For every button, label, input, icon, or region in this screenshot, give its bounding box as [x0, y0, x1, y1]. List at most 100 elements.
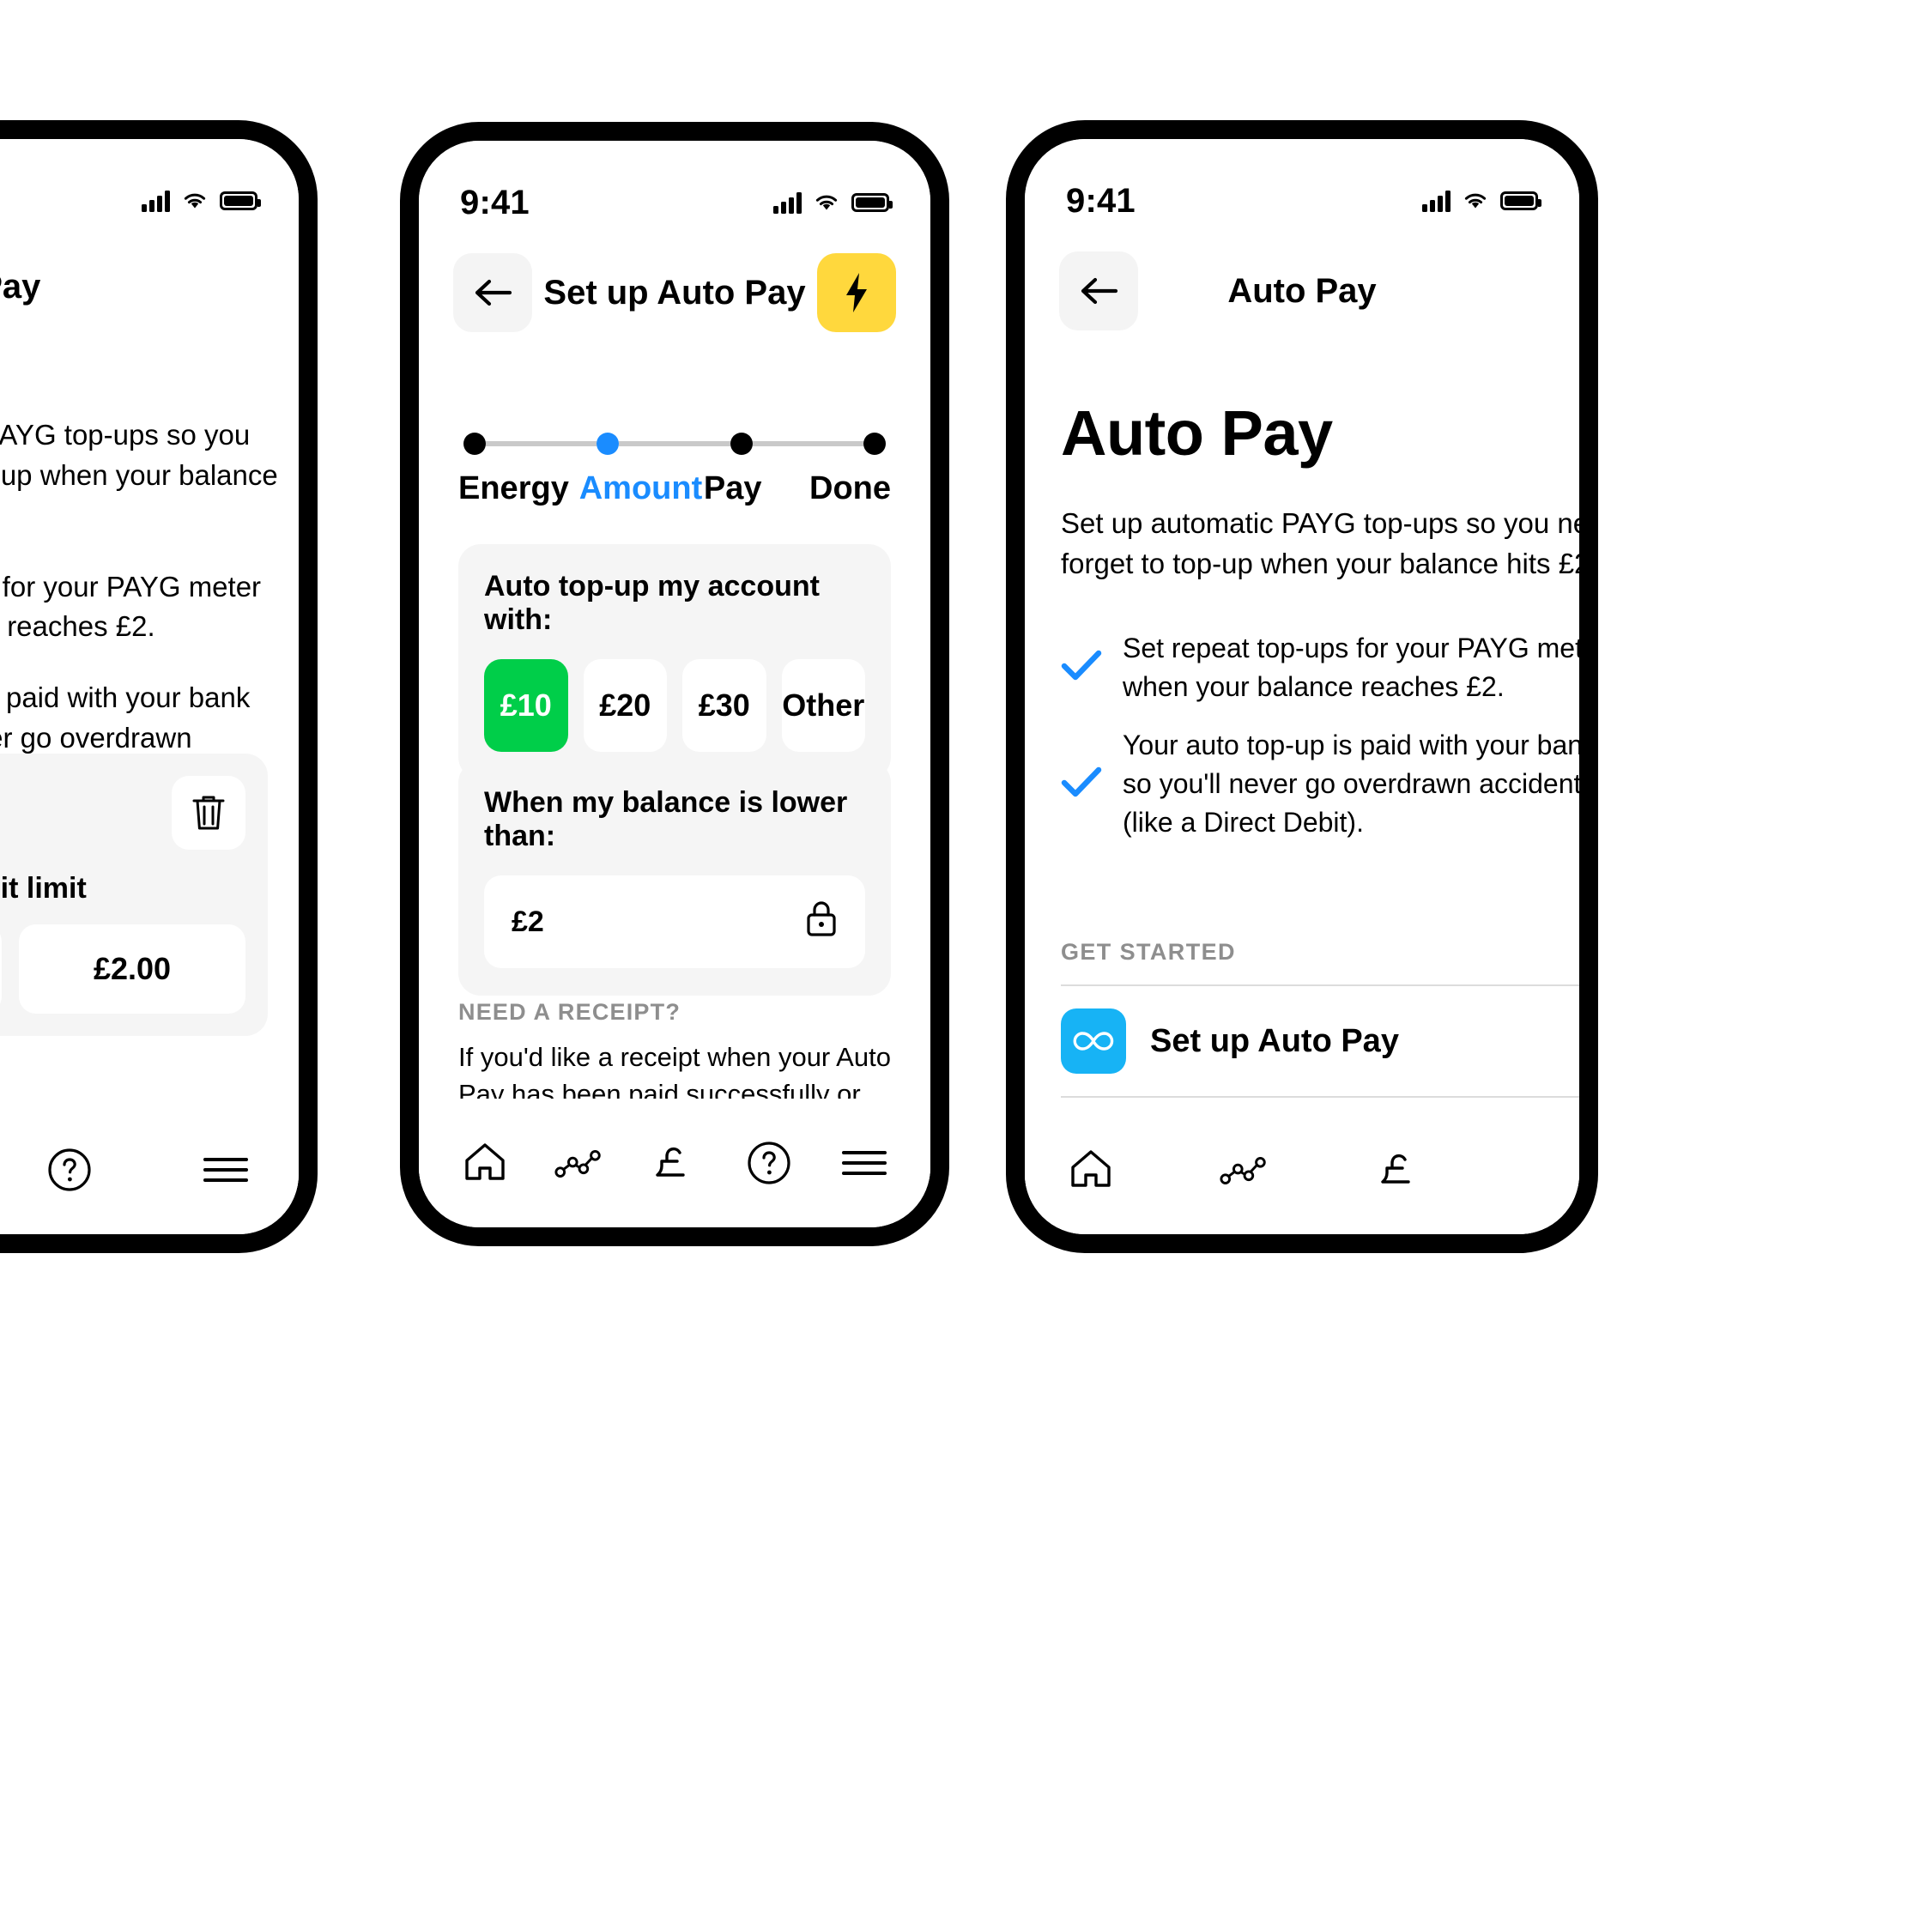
topup-amount-card: Auto top-up my account with: £10 £20 £30… — [458, 544, 891, 779]
step-dot-energy[interactable] — [463, 433, 486, 455]
phone-right-screen: 9:41 Auto Pay Auto Pay Set up automatic … — [1025, 139, 1579, 1234]
stepper-labels: Energy Amount Pay Done — [458, 470, 891, 507]
setup-progress-stepper: Energy Amount Pay Done — [458, 429, 891, 507]
lock-icon — [805, 899, 838, 946]
status-time-right: 9:41 — [1066, 181, 1136, 220]
step-label-amount: Amount — [578, 470, 703, 506]
amount-option-other[interactable]: Other — [781, 659, 865, 752]
credit-limit-values: £2.00 — [0, 924, 245, 1014]
question-circle-icon — [48, 1148, 91, 1191]
wifi-icon — [814, 192, 839, 213]
phone-center: 9:41 Set up Auto Pay Energy Amount Pay D… — [400, 122, 949, 1246]
wifi-icon — [1463, 191, 1488, 211]
tab-bar-left — [0, 1105, 299, 1234]
battery-icon — [851, 193, 893, 212]
quick-action-button[interactable] — [817, 253, 896, 332]
benefit-item-2: Your auto top-up is paid with your bank … — [1061, 726, 1579, 841]
step-label-pay: Pay — [703, 470, 762, 506]
step-dot-amount[interactable] — [597, 433, 620, 455]
phone-left: Auto Pay Set up automatic PAYG top-ups s… — [0, 120, 318, 1253]
receipt-eyebrow: NEED A RECEIPT? — [458, 999, 681, 1025]
wifi-icon — [182, 191, 208, 211]
phone-center-screen: 9:41 Set up Auto Pay Energy Amount Pay D… — [419, 141, 930, 1227]
list-item-label: Set up Auto Pay — [1150, 1022, 1399, 1059]
line-chart-icon — [554, 1149, 601, 1178]
tab-menu-center[interactable] — [838, 1136, 891, 1190]
arrow-left-icon — [475, 279, 512, 306]
status-icons-center — [773, 191, 893, 214]
balance-threshold-field[interactable]: £2 — [484, 875, 865, 968]
page-title-center: Set up Auto Pay — [543, 273, 806, 312]
infinity-icon — [1061, 1008, 1126, 1074]
step-dot-done[interactable] — [863, 433, 886, 455]
left-paragraph-1: Set up automatic PAYG top-ups so you nev… — [0, 419, 278, 491]
balance-threshold-card: When my balance is lower than: £2 — [458, 760, 891, 996]
hamburger-menu-icon — [203, 1158, 248, 1182]
cellular-bars-icon — [142, 190, 170, 212]
status-icons-left — [142, 190, 261, 212]
topup-amount-options: £10 £20 £30 Other — [484, 659, 865, 752]
step-dot-pay[interactable] — [730, 433, 753, 455]
house-icon — [465, 1143, 505, 1180]
status-bar-center: 9:41 — [419, 141, 930, 235]
amount-option-20[interactable]: £20 — [583, 659, 667, 752]
lightning-bolt-icon — [846, 273, 867, 312]
tab-help-center[interactable] — [742, 1136, 796, 1190]
pound-icon — [1381, 1154, 1410, 1184]
amount-option-10[interactable]: £10 — [484, 659, 568, 752]
delete-button[interactable] — [172, 776, 245, 850]
topup-amount-title: Auto top-up my account with: — [484, 570, 820, 636]
right-content: Auto Pay Set up automatic PAYG top-ups s… — [1061, 397, 1579, 842]
left-paragraph-2: Set repeat top-ups for your PAYG meter w… — [0, 570, 262, 643]
line-chart-icon — [1220, 1156, 1266, 1184]
phone-left-screen: Auto Pay Set up automatic PAYG top-ups s… — [0, 139, 299, 1234]
step-bar-3 — [752, 441, 863, 446]
tab-help-left[interactable] — [43, 1143, 96, 1196]
tab-home-right[interactable] — [1064, 1143, 1117, 1196]
screenshot-canvas: Auto Pay Set up automatic PAYG top-ups s… — [0, 0, 1932, 1932]
credit-limit-label: Credit limit — [0, 872, 87, 905]
battery-icon — [1500, 191, 1541, 210]
house-icon — [1071, 1150, 1111, 1187]
check-icon — [1061, 766, 1102, 802]
benefit-text-2: Your auto top-up is paid with your bank … — [1123, 730, 1579, 838]
cellular-bars-icon — [1422, 190, 1451, 212]
tab-usage-center[interactable] — [554, 1136, 607, 1190]
list-divider-bottom — [1061, 1096, 1579, 1098]
phone-right: 9:41 Auto Pay Auto Pay Set up automatic … — [1006, 120, 1598, 1253]
status-bar-right: 9:41 — [1025, 139, 1579, 233]
battery-icon — [220, 191, 261, 210]
tab-bar-center — [419, 1099, 930, 1227]
nav-bar-center: Set up Auto Pay — [419, 237, 930, 348]
get-started-section: GET STARTED Set up Auto Pay — [1061, 939, 1579, 1098]
arrow-left-icon — [1081, 277, 1118, 305]
back-button[interactable] — [453, 253, 532, 332]
balance-threshold-title: When my balance is lower than: — [484, 786, 848, 852]
tab-money-center[interactable] — [648, 1136, 701, 1190]
credit-limit-value-right[interactable]: £2.00 — [19, 924, 245, 1014]
auto-pay-heading: Auto Pay — [1061, 397, 1333, 469]
status-icons-right — [1422, 190, 1541, 212]
left-body-copy: Set up automatic PAYG top-ups so you nev… — [0, 415, 299, 799]
pound-icon — [656, 1147, 685, 1177]
amount-option-30[interactable]: £30 — [682, 659, 766, 752]
benefit-item-1: Set repeat top-ups for your PAYG meter w… — [1061, 629, 1579, 706]
step-label-energy: Energy — [458, 470, 569, 506]
tab-bar-right — [1025, 1105, 1579, 1234]
trash-icon — [192, 796, 225, 830]
tab-usage-right[interactable] — [1219, 1143, 1272, 1196]
tab-menu-left[interactable] — [199, 1143, 252, 1196]
credit-limit-card: Credit limit £2.00 — [0, 754, 268, 1036]
page-title-left: Auto Pay — [0, 268, 41, 306]
back-button-right[interactable] — [1059, 251, 1138, 330]
nav-bar-right: Auto Pay — [1025, 235, 1579, 347]
stepper-track — [458, 429, 891, 458]
status-bar-left — [0, 139, 299, 233]
step-bar-1 — [486, 441, 597, 446]
credit-limit-value-left[interactable] — [0, 924, 2, 1014]
tab-home-center[interactable] — [458, 1136, 512, 1190]
list-item-set-up-auto-pay[interactable]: Set up Auto Pay — [1061, 986, 1579, 1096]
auto-pay-intro: Set up automatic PAYG top-ups so you nev… — [1061, 507, 1579, 579]
tab-money-right[interactable] — [1373, 1143, 1426, 1196]
page-title-right: Auto Pay — [1227, 271, 1377, 310]
